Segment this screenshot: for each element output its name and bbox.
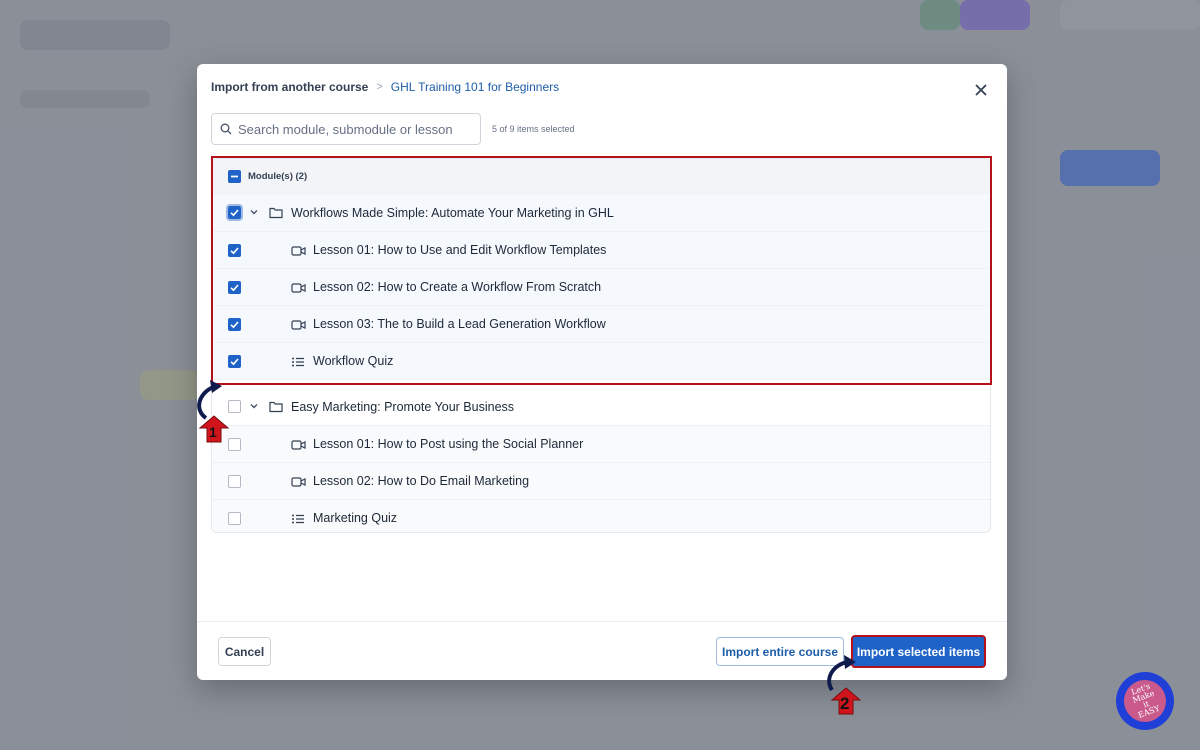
lesson-row[interactable]: Lesson 01: How to Use and Edit Workflow … <box>212 232 990 269</box>
module-title: Workflows Made Simple: Automate Your Mar… <box>291 206 614 220</box>
lesson-checkbox[interactable] <box>228 281 241 294</box>
lesson-row[interactable]: Lesson 02: How to Create a Workflow From… <box>212 269 990 306</box>
module-checkbox[interactable] <box>226 204 243 221</box>
lesson-title: Lesson 03: The to Build a Lead Generatio… <box>313 317 606 331</box>
step-1-number: 1 <box>209 424 217 440</box>
close-icon <box>975 84 987 96</box>
quiz-list-icon <box>291 512 305 530</box>
quiz-title: Workflow Quiz <box>313 354 394 368</box>
video-icon <box>291 244 306 262</box>
lesson-title: Lesson 02: How to Do Email Marketing <box>313 474 530 488</box>
module-row[interactable]: Easy Marketing: Promote Your Business <box>212 388 990 426</box>
step-2-annotation: 2 <box>822 650 872 716</box>
video-icon <box>291 475 306 493</box>
brand-logo-heart: Let's Make it EASY <box>1118 674 1172 728</box>
quiz-checkbox[interactable] <box>228 355 241 368</box>
lesson-row[interactable]: Lesson 03: The to Build a Lead Generatio… <box>212 306 990 343</box>
list-header: Module(s) (2) <box>212 159 990 194</box>
search-field[interactable] <box>211 113 481 145</box>
quiz-checkbox[interactable] <box>228 512 241 525</box>
logo-text-3: EASY <box>1136 703 1161 720</box>
breadcrumb-current: GHL Training 101 for Beginners <box>390 80 560 94</box>
breadcrumb: Import from another course > GHL Trainin… <box>211 80 559 94</box>
lesson-row[interactable]: Lesson 02: How to Do Email Marketing <box>212 463 990 500</box>
footer-divider <box>197 621 1007 622</box>
module-title: Easy Marketing: Promote Your Business <box>291 400 515 414</box>
lesson-checkbox[interactable] <box>228 475 241 488</box>
module-count-label: Module(s) (2) <box>248 171 308 182</box>
selection-count: 5 of 9 items selected <box>492 124 575 134</box>
lesson-title: Lesson 01: How to Use and Edit Workflow … <box>313 243 607 257</box>
lesson-title: Lesson 01: How to Post using the Social … <box>313 437 584 451</box>
cancel-button[interactable]: Cancel <box>218 637 271 666</box>
select-all-checkbox[interactable] <box>228 170 241 183</box>
quiz-row[interactable]: Workflow Quiz <box>212 343 990 380</box>
quiz-row[interactable]: Marketing Quiz <box>212 500 990 532</box>
module-row[interactable]: Workflows Made Simple: Automate Your Mar… <box>212 194 990 232</box>
folder-icon <box>269 400 283 418</box>
lesson-title: Lesson 02: How to Create a Workflow From… <box>313 280 602 294</box>
video-icon <box>291 438 306 456</box>
quiz-title: Marketing Quiz <box>313 511 398 525</box>
video-icon <box>291 281 306 299</box>
search-input[interactable] <box>238 121 468 137</box>
lesson-row[interactable]: Lesson 01: How to Post using the Social … <box>212 426 990 463</box>
video-icon <box>291 318 306 336</box>
breadcrumb-root[interactable]: Import from another course <box>211 80 368 94</box>
brand-logo: Let's Make it EASY <box>1116 672 1174 730</box>
lesson-checkbox[interactable] <box>228 244 241 257</box>
chevron-down-icon[interactable] <box>249 207 259 220</box>
quiz-list-icon <box>291 355 305 373</box>
import-selected-label: Import selected items <box>855 639 982 664</box>
close-button[interactable] <box>969 78 993 102</box>
lesson-checkbox[interactable] <box>228 318 241 331</box>
step-1-annotation: 1 <box>190 378 240 444</box>
import-tree: Module(s) (2) Workflows Made Simple: Aut… <box>211 158 991 533</box>
import-modal: Import from another course > GHL Trainin… <box>197 64 1007 680</box>
folder-icon <box>269 206 283 224</box>
search-icon <box>220 123 232 135</box>
step-2-number: 2 <box>840 694 850 713</box>
breadcrumb-separator: > <box>376 81 383 93</box>
chevron-down-icon[interactable] <box>249 401 259 414</box>
